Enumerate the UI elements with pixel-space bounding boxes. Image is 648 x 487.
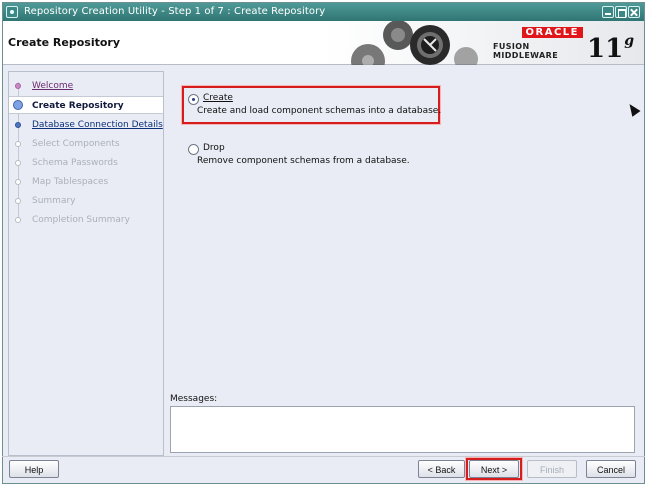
nav-item-label: Create Repository bbox=[32, 101, 124, 111]
step-pending-icon bbox=[15, 198, 21, 204]
drop-radio[interactable] bbox=[188, 144, 199, 155]
step-pending-icon bbox=[15, 141, 21, 147]
help-button[interactable]: Help bbox=[9, 460, 59, 478]
nav-item-label: Select Components bbox=[32, 139, 120, 149]
window-title: Repository Creation Utility - Step 1 of … bbox=[24, 6, 326, 17]
nav-item-label: Schema Passwords bbox=[32, 158, 118, 168]
product-name: FUSION MIDDLEWARE bbox=[493, 42, 559, 60]
create-description: Create and load component schemas into a… bbox=[197, 106, 442, 116]
maximize-icon[interactable] bbox=[615, 6, 627, 18]
nav-item-map-tablespaces: Map Tablespaces bbox=[9, 173, 163, 191]
cancel-button[interactable]: Cancel bbox=[586, 460, 636, 478]
nav-item-completion-summary: Completion Summary bbox=[9, 211, 163, 229]
footer-divider bbox=[2, 456, 645, 457]
gears-graphic-icon bbox=[351, 21, 478, 65]
app-icon bbox=[6, 6, 18, 18]
wizard-steps-nav: Welcome Create Repository Database Conne… bbox=[8, 71, 164, 456]
version-suffix: g bbox=[624, 33, 634, 49]
oracle-logo: ORACLE FUSION MIDDLEWARE bbox=[493, 27, 583, 60]
step-next-icon bbox=[15, 122, 21, 128]
back-button[interactable]: < Back bbox=[418, 460, 465, 478]
nav-item-summary: Summary bbox=[9, 192, 163, 210]
nav-item-schema-passwords: Schema Passwords bbox=[9, 154, 163, 172]
nav-item-label: Welcome bbox=[32, 81, 74, 91]
step-done-icon bbox=[15, 83, 21, 89]
step-current-icon bbox=[13, 100, 23, 110]
next-button[interactable]: Next > bbox=[469, 460, 519, 478]
finish-button: Finish bbox=[527, 460, 577, 478]
step-pending-icon bbox=[15, 160, 21, 166]
step-pending-icon bbox=[15, 179, 21, 185]
nav-item-database-connection-details[interactable]: Database Connection Details bbox=[9, 116, 163, 134]
messages-label: Messages: bbox=[170, 394, 218, 404]
page-title: Create Repository bbox=[8, 36, 121, 49]
version-mark: 11g bbox=[587, 23, 634, 67]
title-bar[interactable]: Repository Creation Utility - Step 1 of … bbox=[3, 3, 644, 21]
nav-item-label: Database Connection Details bbox=[32, 120, 163, 130]
version-number: 11 bbox=[587, 34, 624, 64]
nav-item-select-components: Select Components bbox=[9, 135, 163, 153]
messages-area[interactable] bbox=[170, 406, 635, 453]
drop-description: Remove component schemas from a database… bbox=[197, 156, 410, 166]
nav-item-label: Completion Summary bbox=[32, 215, 130, 225]
close-icon[interactable] bbox=[628, 6, 640, 18]
step-pending-icon bbox=[15, 217, 21, 223]
minimize-icon[interactable] bbox=[602, 6, 614, 18]
create-radio-label[interactable]: Create bbox=[203, 93, 233, 103]
create-option-highlight bbox=[182, 86, 440, 124]
main-content: Create Create and load component schemas… bbox=[168, 71, 642, 456]
nav-item-create-repository[interactable]: Create Repository bbox=[9, 96, 163, 114]
nav-item-label: Map Tablespaces bbox=[32, 177, 109, 187]
nav-item-welcome[interactable]: Welcome bbox=[9, 77, 163, 95]
nav-item-label: Summary bbox=[32, 196, 76, 206]
wizard-header: Create Repository ORACLE FUSION MIDDLEWA… bbox=[3, 21, 644, 65]
drop-radio-label[interactable]: Drop bbox=[203, 143, 225, 153]
create-radio[interactable] bbox=[188, 94, 199, 105]
oracle-wordmark: ORACLE bbox=[521, 27, 583, 38]
